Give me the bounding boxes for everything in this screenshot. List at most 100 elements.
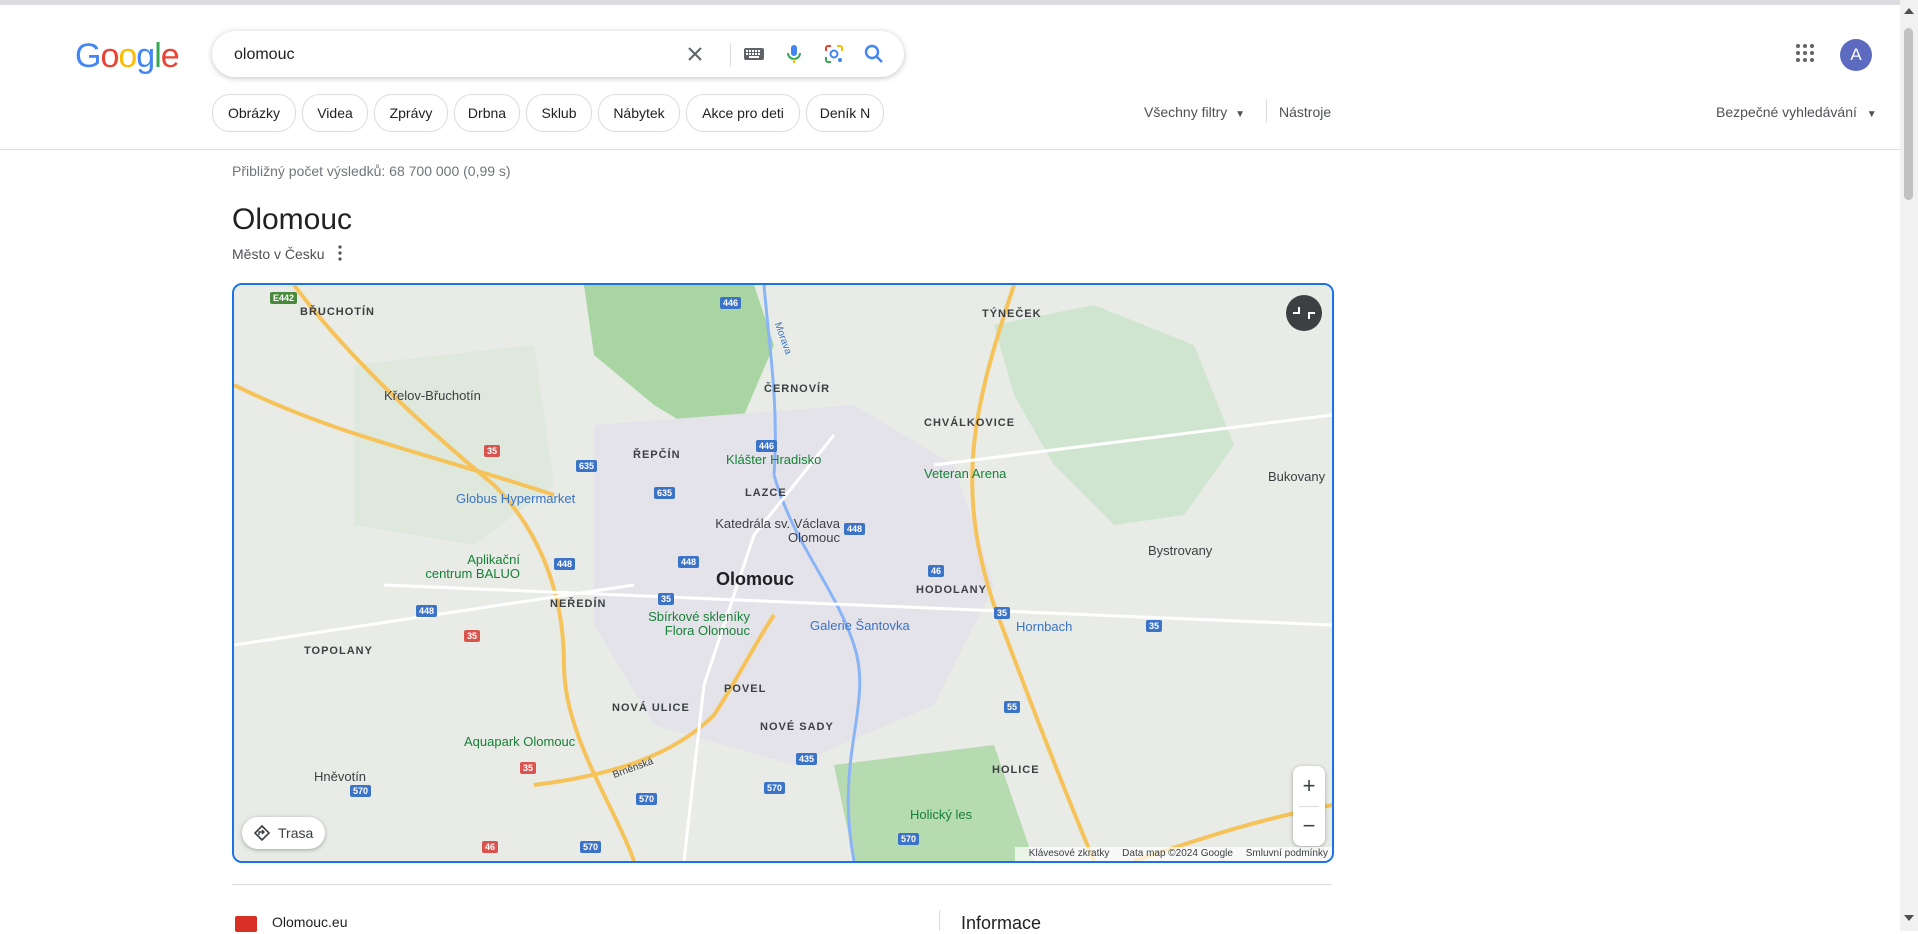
chip-akce-pro-deti[interactable]: Akce pro deti	[686, 94, 800, 132]
chip-sklub[interactable]: Sklub	[526, 94, 592, 132]
map-poi-label[interactable]: Sbírkové skleníky Flora Olomouc	[628, 610, 750, 638]
road-badge: 446	[720, 297, 742, 309]
google-logo[interactable]: Google	[75, 37, 180, 76]
map-poi-label[interactable]: Galerie Šantovka	[810, 618, 910, 633]
google-lens-icon[interactable]	[822, 42, 846, 66]
chip-denik-n[interactable]: Deník N	[806, 94, 884, 132]
header-divider	[0, 149, 1900, 150]
apps-grid-icon[interactable]	[1795, 43, 1815, 63]
top-border	[0, 0, 1918, 5]
chevron-down-icon: ▼	[1235, 109, 1246, 120]
map-place-label: Hněvotín	[314, 769, 367, 784]
road-badge: 55	[1004, 701, 1021, 713]
map-poi-label[interactable]: Aquapark Olomouc	[464, 734, 575, 749]
search-box[interactable]	[212, 31, 904, 77]
road-badge: 46	[928, 565, 945, 577]
chip-nabytek[interactable]: Nábytek	[598, 94, 680, 132]
scroll-down-arrow[interactable]	[1904, 915, 1914, 921]
result-stats: Přibližný počet výsledků: 68 700 000 (0,…	[232, 163, 511, 179]
road-badge: 35	[994, 607, 1011, 619]
map-place-label: Bukovany	[1268, 469, 1326, 484]
page-scrollbar[interactable]	[1900, 0, 1918, 931]
directions-icon	[254, 825, 270, 841]
map-poi-label[interactable]: Globus Hypermarket	[456, 491, 575, 506]
collapse-icon	[1293, 307, 1315, 319]
map-district-label: CHVÁLKOVICE	[924, 417, 1016, 429]
road-badge: 635	[576, 460, 598, 472]
map-district-label: HOLICE	[992, 764, 1040, 776]
map-attribution: Klávesové zkratky Data map ©2024 Google …	[1014, 847, 1332, 861]
terms-link[interactable]: Smluvní podmínky	[1246, 848, 1328, 859]
chip-videa[interactable]: Videa	[302, 94, 368, 132]
map-district-label: NOVÉ SADY	[760, 721, 834, 733]
section-divider	[232, 884, 1332, 885]
map-widget[interactable]: E442 446 446 635 635 35 448 448 448 448 …	[232, 283, 1334, 863]
map-zoom-controls: + −	[1293, 766, 1325, 846]
road-badge: 35	[658, 593, 675, 605]
search-divider	[730, 43, 731, 67]
map-poi-label[interactable]: Klášter Hradisko	[726, 452, 821, 467]
map-district-label: LAZCE	[745, 487, 787, 499]
logo-letter-g: G	[75, 37, 101, 75]
all-filters-label: Všechny filtry	[1144, 104, 1228, 120]
map-poi-label[interactable]: Aplikační centrum BALUO	[420, 553, 520, 581]
road-badge: E442	[270, 292, 298, 304]
map-district-label: BŘUCHOTÍN	[300, 306, 375, 318]
map-poi-label[interactable]: Veteran Arena	[924, 466, 1006, 481]
logo-letter-o2: o	[118, 37, 137, 75]
map-district-label: HODOLANY	[916, 584, 987, 596]
road-badge: 446	[756, 440, 778, 452]
all-filters-button[interactable]: Všechny filtry ▼	[1144, 104, 1245, 120]
chip-drbna[interactable]: Drbna	[454, 94, 520, 132]
map-place-label: Křelov-Břuchotín	[384, 388, 481, 403]
keyboard-icon[interactable]	[742, 42, 766, 66]
toolbar-divider	[1266, 99, 1267, 123]
knowledge-title: Olomouc	[232, 203, 353, 236]
road-badge: 35	[1146, 620, 1163, 632]
clear-icon[interactable]	[683, 42, 707, 66]
search-icon[interactable]	[862, 42, 886, 66]
tools-button[interactable]: Nástroje	[1279, 104, 1331, 120]
search-input[interactable]	[232, 41, 676, 69]
chevron-down-icon: ▼	[1866, 109, 1877, 120]
directions-button[interactable]: Trasa	[242, 817, 326, 849]
map-district-label: NEŘEDÍN	[550, 598, 607, 610]
map-district-label: TOPOLANY	[304, 645, 373, 657]
road-badge: 570	[636, 793, 658, 805]
safe-search-label: Bezpečné vyhledávání	[1716, 104, 1857, 120]
map-district-label: ŘEPČÍN	[633, 449, 681, 461]
road-badge: 435	[796, 753, 818, 765]
map-district-label: TÝNEČEK	[982, 308, 1042, 320]
road-badge: 35	[520, 762, 537, 774]
map-district-label: POVEL	[724, 683, 767, 695]
map-poi-label[interactable]: Hornbach	[1016, 619, 1072, 634]
road-badge: 448	[554, 558, 576, 570]
scroll-thumb[interactable]	[1904, 28, 1913, 200]
safe-search-button[interactable]: Bezpečné vyhledávání ▼	[1716, 104, 1877, 120]
zoom-out-button[interactable]: −	[1293, 806, 1325, 846]
map-city-label: Olomouc	[716, 569, 795, 589]
map-data-text: Data map ©2024 Google	[1122, 848, 1233, 859]
map-place-label: Bystrovany	[1148, 543, 1213, 558]
result-site-name[interactable]: Olomouc.eu	[272, 914, 347, 930]
knowledge-subtitle: Město v Česku	[232, 246, 325, 262]
account-avatar[interactable]: A	[1840, 39, 1872, 71]
zoom-in-button[interactable]: +	[1293, 766, 1325, 806]
road-badge: 570	[898, 833, 920, 845]
directions-label: Trasa	[278, 825, 314, 841]
chip-obrazky[interactable]: Obrázky	[212, 94, 296, 132]
logo-letter-o1: o	[100, 37, 119, 75]
collapse-map-button[interactable]	[1286, 295, 1322, 331]
road-badge: 35	[484, 445, 501, 457]
chip-zpravy[interactable]: Zprávy	[374, 94, 448, 132]
more-options-icon[interactable]	[335, 244, 345, 262]
microphone-icon[interactable]	[782, 42, 806, 66]
road-badge: 570	[764, 782, 786, 794]
map-poi-label: Holický les	[910, 807, 973, 822]
scroll-up-arrow[interactable]	[1904, 8, 1914, 14]
road-badge: 46	[482, 841, 499, 853]
map-district-label: NOVÁ ULICE	[612, 702, 690, 714]
map-poi-label[interactable]: Katedrála sv. Václava Olomouc	[710, 517, 840, 545]
keyboard-shortcuts-link[interactable]: Klávesové zkratky	[1029, 848, 1110, 859]
column-divider	[939, 910, 940, 931]
